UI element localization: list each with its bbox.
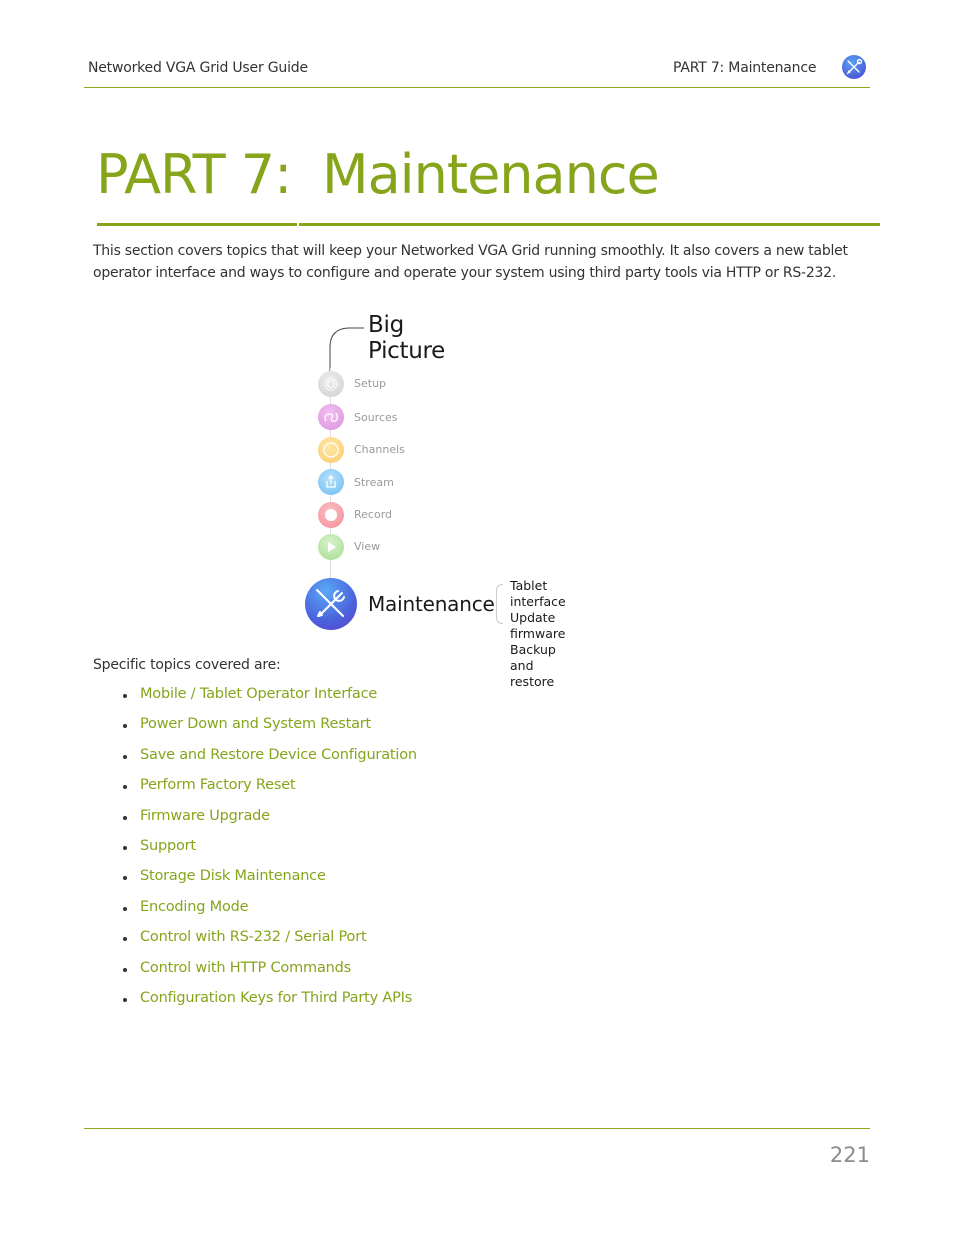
share-icon [326, 475, 336, 488]
footer-divider [84, 1128, 870, 1129]
bullet [123, 845, 127, 850]
play-icon [328, 542, 336, 552]
topic-link[interactable]: Configuration Keys for Third Party APIs [140, 990, 412, 1006]
big-picture-title: Big Picture [368, 312, 445, 364]
tools-icon [316, 589, 345, 617]
topic-link[interactable]: Storage Disk Maintenance [140, 868, 326, 884]
topics-intro: Specific topics covered are: [93, 657, 281, 673]
bullet [123, 997, 127, 1002]
title-underline-right [299, 223, 880, 226]
topic-link[interactable]: Support [140, 838, 196, 854]
page-title: PART 7: Maintenance [96, 143, 660, 208]
bullet [123, 785, 127, 790]
maintenance-sub-items: Tablet interface Update firmware Backup … [510, 578, 566, 690]
sub-item: Tablet interface [510, 578, 566, 609]
bracket [496, 584, 503, 624]
step-label-stream: Stream [354, 476, 394, 489]
step-stream [318, 469, 344, 495]
list-item: Support [120, 838, 417, 868]
list-item: Control with RS-232 / Serial Port [120, 929, 417, 959]
step-maintenance [305, 578, 357, 630]
topic-link[interactable]: Encoding Mode [140, 899, 249, 915]
header-section-title: PART 7: Maintenance [673, 60, 817, 76]
maintenance-label: Maintenance [368, 592, 495, 616]
intro-paragraph: This section covers topics that will kee… [93, 243, 848, 281]
topic-link[interactable]: Power Down and System Restart [140, 716, 371, 732]
sub-item: Backup and restore [510, 642, 556, 689]
topic-link[interactable]: Save and Restore Device Configuration [140, 747, 417, 763]
topic-link[interactable]: Control with HTTP Commands [140, 960, 351, 976]
header-doc-title: Networked VGA Grid User Guide [88, 60, 308, 76]
step-label-record: Record [354, 508, 393, 521]
step-record [318, 502, 344, 528]
gear-icon [324, 377, 338, 391]
list-item: Perform Factory Reset [120, 777, 417, 807]
step-sources [318, 404, 344, 430]
list-item: Storage Disk Maintenance [120, 868, 417, 898]
list-item: Mobile / Tablet Operator Interface [120, 686, 417, 716]
step-label-view: View [354, 540, 381, 553]
tools-icon [842, 55, 866, 79]
list-item: Firmware Upgrade [120, 808, 417, 838]
record-icon [325, 509, 337, 521]
topic-link[interactable]: Control with RS-232 / Serial Port [140, 929, 367, 945]
title-underline-left [97, 223, 297, 226]
topic-link[interactable]: Mobile / Tablet Operator Interface [140, 686, 377, 702]
bullet [123, 694, 127, 698]
list-item: Save and Restore Device Configuration [120, 747, 417, 777]
list-item: Configuration Keys for Third Party APIs [120, 990, 417, 1020]
step-label-setup: Setup [354, 377, 387, 390]
sub-item: Update firmware [510, 610, 566, 641]
topic-link[interactable]: Perform Factory Reset [140, 777, 296, 793]
sources-icon [324, 412, 338, 422]
bullet [123, 937, 127, 942]
page-number: 221 [829, 1143, 870, 1167]
list-item: Encoding Mode [120, 899, 417, 929]
bullet [123, 967, 127, 972]
topic-link[interactable]: Firmware Upgrade [140, 808, 270, 824]
step-setup [318, 371, 344, 397]
header-divider [84, 87, 870, 88]
topics-list: Mobile / Tablet Operator Interface Power… [120, 686, 417, 1020]
list-item: Power Down and System Restart [120, 716, 417, 746]
big-picture-connector [329, 327, 364, 371]
bullet [123, 815, 127, 820]
bullet [123, 906, 127, 911]
part-name: Maintenance [322, 143, 660, 206]
step-view [318, 534, 344, 560]
step-label-sources: Sources [354, 411, 398, 424]
bullet [123, 724, 127, 729]
part-number: PART 7: [96, 143, 292, 206]
bullet [123, 754, 127, 759]
list-item: Control with HTTP Commands [120, 960, 417, 990]
bullet [123, 876, 127, 881]
channels-icon [323, 442, 339, 458]
step-label-channels: Channels [354, 443, 405, 456]
step-channels [318, 437, 344, 463]
